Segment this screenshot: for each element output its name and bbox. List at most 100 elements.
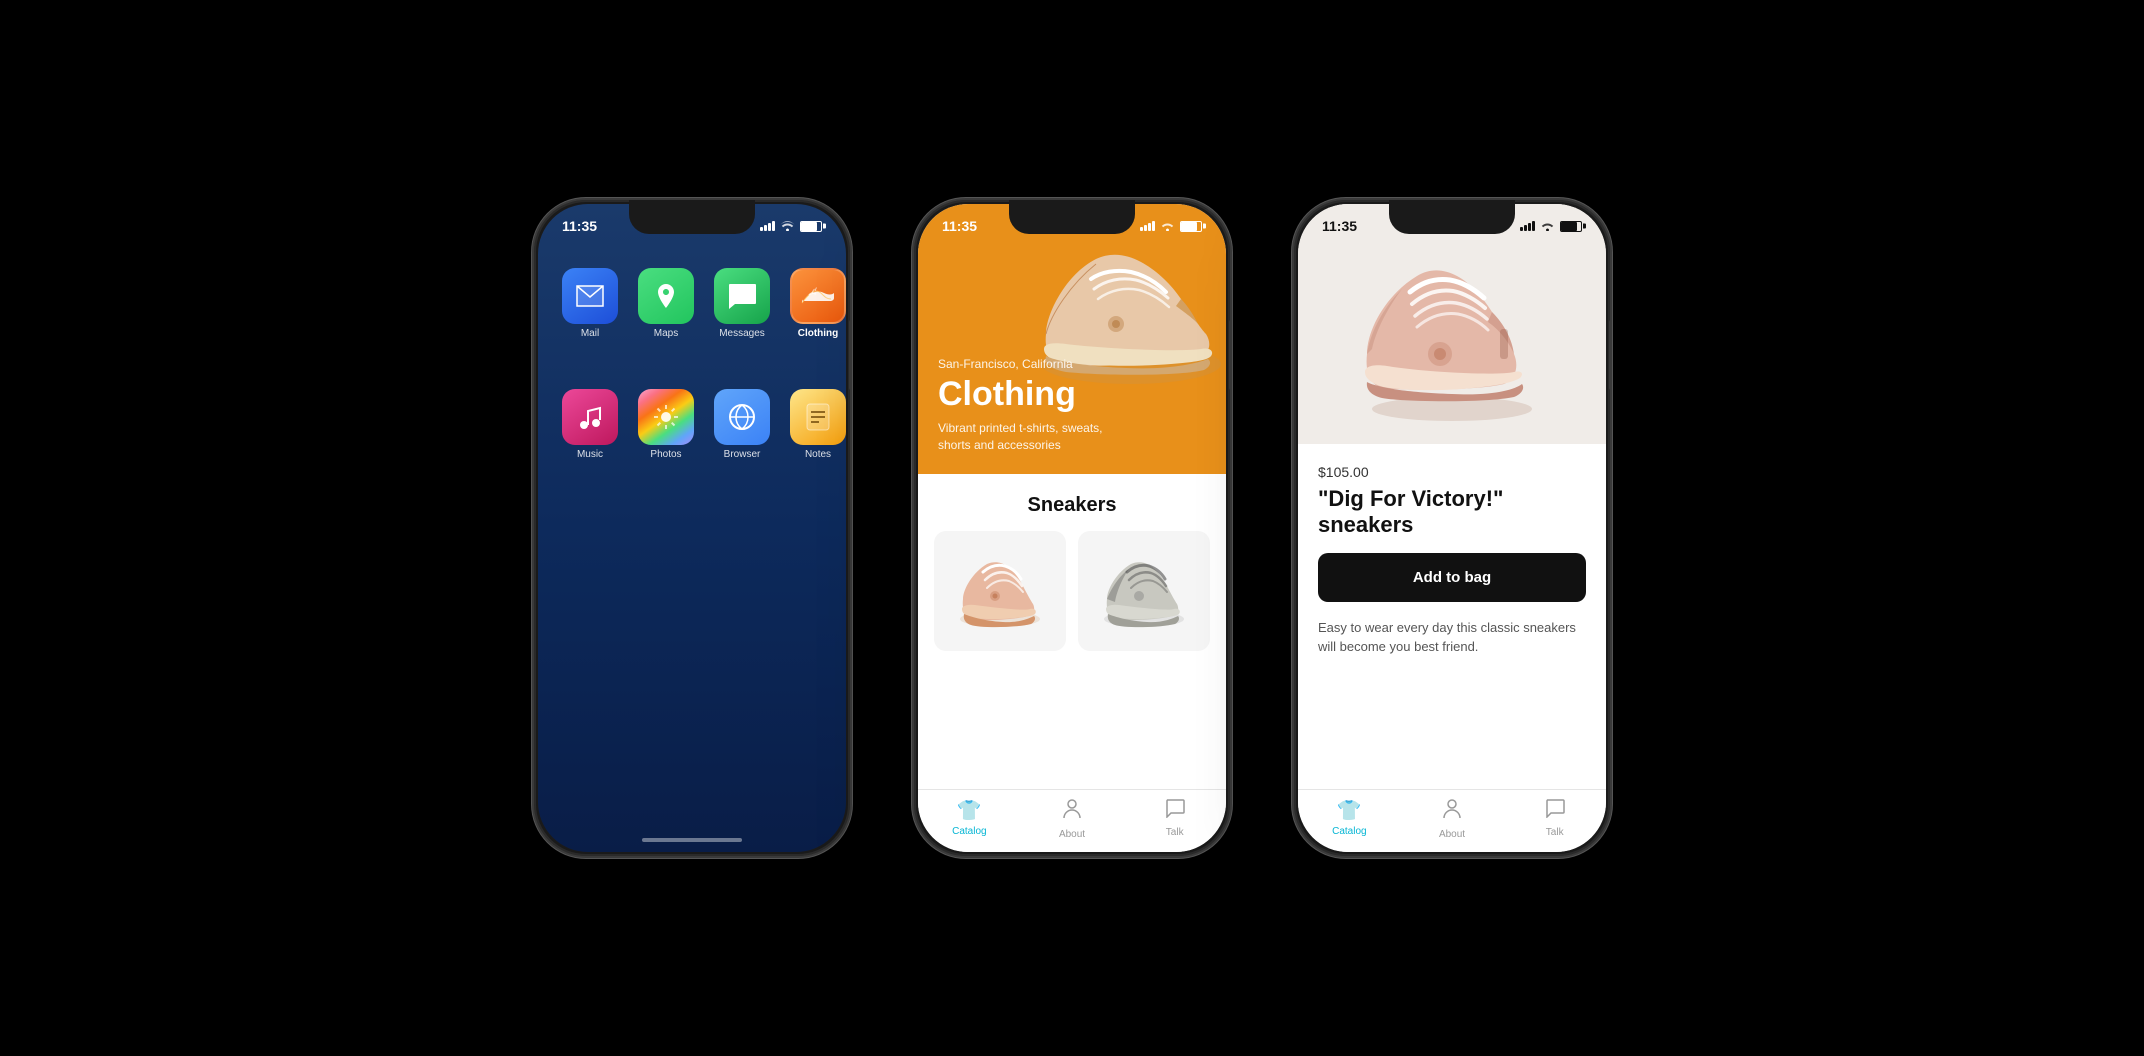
catalog-tab-icon-detail: 👕 <box>1337 798 1362 823</box>
app-photos[interactable]: Photos <box>638 389 694 460</box>
app-notes[interactable]: Notes <box>790 389 846 460</box>
signal-bar-c3 <box>1148 223 1151 231</box>
catalog-screen-content: 11:35 <box>918 204 1226 852</box>
status-bar-detail: 11:35 <box>1298 204 1606 238</box>
signal-bar-1 <box>760 227 763 231</box>
sneakers-section-title: Sneakers <box>934 494 1210 517</box>
catalog-tab-label: Catalog <box>952 826 986 837</box>
product-detail-content: $105.00 "Dig For Victory!" sneakers Add … <box>1298 444 1606 789</box>
hero-text-block: San-Francisco, California Clothing Vibra… <box>938 357 1138 454</box>
hero-location: San-Francisco, California <box>938 357 1138 371</box>
status-time-detail: 11:35 <box>1322 218 1357 234</box>
talk-tab-icon <box>1165 798 1185 824</box>
phone-detail: 11:35 <box>1292 198 1612 858</box>
music-app-icon <box>562 389 618 445</box>
tab-bar-detail: 👕 Catalog About <box>1298 789 1606 852</box>
app-messages[interactable]: Messages <box>714 268 770 339</box>
notes-app-icon <box>790 389 846 445</box>
product-price: $105.00 <box>1318 464 1586 480</box>
photos-label: Photos <box>650 449 681 460</box>
app-maps[interactable]: Maps <box>638 268 694 339</box>
hero-title: Clothing <box>938 375 1138 414</box>
product-card-pink[interactable] <box>934 531 1066 651</box>
catalog-tab-label-detail: Catalog <box>1332 826 1366 837</box>
home-screen-content: 11:35 <box>538 204 846 852</box>
tab-catalog[interactable]: 👕 Catalog <box>918 798 1021 840</box>
notes-label: Notes <box>805 449 831 460</box>
battery-fill-detail <box>1561 222 1577 231</box>
tab-talk[interactable]: Talk <box>1123 798 1226 840</box>
music-label: Music <box>577 449 603 460</box>
signal-bar-c2 <box>1144 225 1147 231</box>
wifi-icon-catalog <box>1160 219 1175 234</box>
home-screen: 11:35 <box>538 204 846 852</box>
hero-subtitle: Vibrant printed t-shirts, sweats, shorts… <box>938 420 1138 454</box>
app-mail[interactable]: Mail <box>562 268 618 339</box>
app-clothing[interactable]: Clothing <box>790 268 846 339</box>
talk-tab-label: Talk <box>1166 827 1184 838</box>
phone-home: 11:35 <box>532 198 852 858</box>
wifi-icon-detail <box>1540 219 1555 234</box>
photos-app-icon <box>638 389 694 445</box>
battery-icon-detail <box>1560 221 1582 232</box>
clothing-app-icon <box>790 268 846 324</box>
about-tab-label-detail: About <box>1439 829 1465 840</box>
about-tab-icon-detail <box>1442 798 1462 826</box>
mail-app-icon <box>562 268 618 324</box>
messages-label: Messages <box>719 328 765 339</box>
talk-tab-icon-detail <box>1545 798 1565 824</box>
product-hero-image <box>1298 204 1606 444</box>
signal-bars-detail <box>1520 221 1535 231</box>
signal-bar-4 <box>772 221 775 231</box>
product-description: Easy to wear every day this classic snea… <box>1318 618 1586 657</box>
signal-bar-3 <box>768 223 771 231</box>
catalog-hero: 11:35 <box>918 204 1226 474</box>
app-grid-row1: Mail Maps <box>538 248 846 359</box>
about-tab-icon <box>1062 798 1082 826</box>
maps-app-icon <box>638 268 694 324</box>
phone-catalog: 11:35 <box>912 198 1232 858</box>
tab-bar-catalog: 👕 Catalog About <box>918 789 1226 852</box>
status-bar-home: 11:35 <box>538 204 846 238</box>
battery-fill-catalog <box>1181 222 1197 231</box>
detail-screen: 11:35 <box>1298 204 1606 852</box>
signal-bars-catalog <box>1140 221 1155 231</box>
detail-screen-content: 11:35 <box>1298 204 1606 852</box>
add-to-bag-button[interactable]: Add to bag <box>1318 553 1586 602</box>
signal-bars-icon <box>760 221 775 231</box>
tab-catalog-detail[interactable]: 👕 Catalog <box>1298 798 1401 840</box>
battery-icon-catalog <box>1180 221 1202 232</box>
signal-bar-c4 <box>1152 221 1155 231</box>
status-icons-detail <box>1520 219 1582 234</box>
scene: 11:35 <box>492 158 1652 898</box>
talk-tab-label-detail: Talk <box>1546 827 1564 838</box>
status-bar-catalog: 11:35 <box>918 204 1226 238</box>
app-grid-row2: Music Photos <box>538 369 846 480</box>
app-music[interactable]: Music <box>562 389 618 460</box>
app-browser[interactable]: Browser <box>714 389 770 460</box>
tab-talk-detail[interactable]: Talk <box>1503 798 1606 840</box>
signal-bar-d4 <box>1532 221 1535 231</box>
messages-app-icon <box>714 268 770 324</box>
catalog-content: Sneakers <box>918 474 1226 789</box>
signal-bar-d2 <box>1524 225 1527 231</box>
catalog-tab-icon: 👕 <box>957 798 982 823</box>
tab-about-detail[interactable]: About <box>1401 798 1504 840</box>
status-icons-catalog <box>1140 219 1202 234</box>
clothing-label: Clothing <box>798 328 839 339</box>
battery-fill <box>801 222 817 231</box>
tab-about[interactable]: About <box>1021 798 1124 840</box>
status-time-catalog: 11:35 <box>942 218 977 234</box>
status-icons-home <box>760 219 822 234</box>
wifi-icon <box>780 219 795 234</box>
signal-bar-d3 <box>1528 223 1531 231</box>
home-indicator <box>642 838 742 842</box>
battery-icon <box>800 221 822 232</box>
product-card-grey[interactable] <box>1078 531 1210 651</box>
about-tab-label: About <box>1059 829 1085 840</box>
catalog-screen: 11:35 <box>918 204 1226 852</box>
status-time-home: 11:35 <box>562 218 597 234</box>
signal-bar-d1 <box>1520 227 1523 231</box>
product-grid <box>934 531 1210 651</box>
mail-label: Mail <box>581 328 599 339</box>
